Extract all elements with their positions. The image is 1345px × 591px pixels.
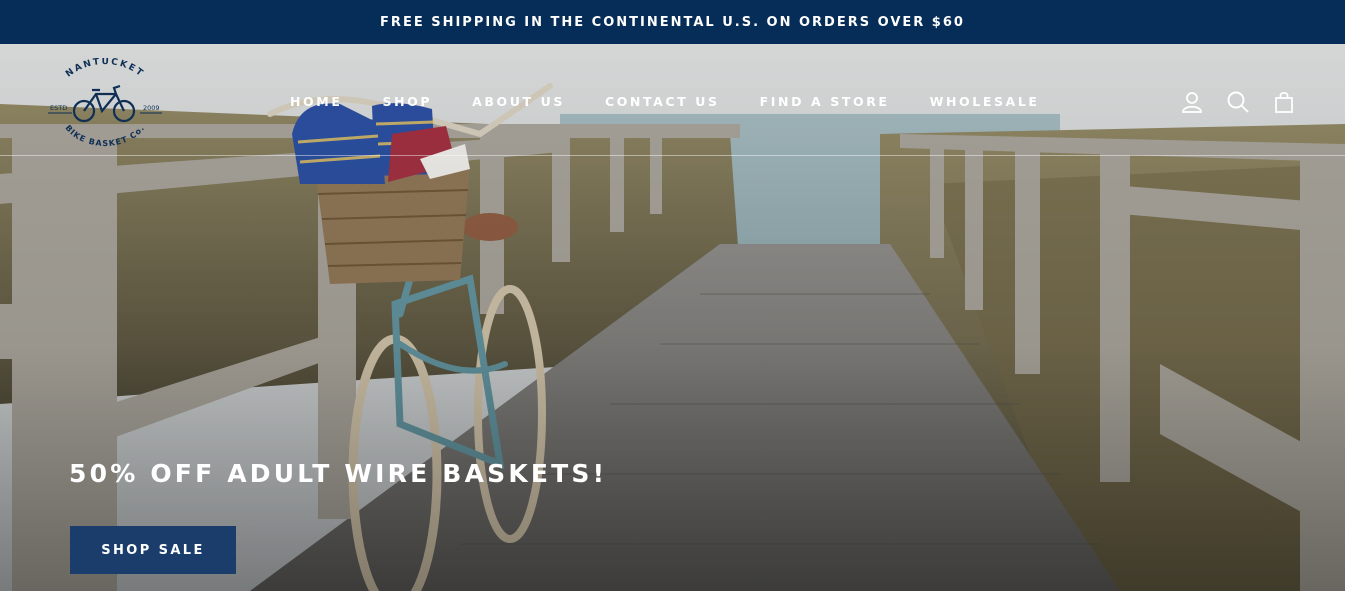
nav-wholesale[interactable]: WHOLESALE	[930, 94, 1040, 109]
logo-right-text: 2009	[143, 104, 160, 112]
nav-contact-us[interactable]: CONTACT US	[605, 94, 720, 109]
cart-icon[interactable]	[1272, 90, 1296, 114]
nav-about-us[interactable]: ABOUT US	[472, 94, 565, 109]
logo-left-text: ESTD	[50, 104, 67, 112]
nav-find-a-store[interactable]: FIND A STORE	[760, 94, 890, 109]
bicycle-icon	[72, 84, 136, 123]
header-icons	[1180, 90, 1296, 114]
logo-bottom-text: BIKE BASKET Co.	[63, 123, 145, 148]
logo-top-text: NANTUCKET	[64, 58, 144, 80]
nav-shop[interactable]: SHOP	[382, 94, 432, 109]
search-icon[interactable]	[1226, 90, 1250, 114]
account-icon[interactable]	[1180, 90, 1204, 114]
shop-sale-button[interactable]: SHOP SALE	[70, 526, 236, 574]
announcement-text: FREE SHIPPING IN THE CONTINENTAL U.S. ON…	[380, 14, 965, 30]
site-header: NANTUCKET BIKE BASKET Co. ESTD 2009 HOME…	[0, 44, 1345, 156]
brand-logo[interactable]: NANTUCKET BIKE BASKET Co. ESTD 2009	[44, 58, 166, 150]
svg-text:BIKE BASKET Co.: BIKE BASKET Co.	[63, 123, 146, 148]
hero-banner: NANTUCKET BIKE BASKET Co. ESTD 2009 HOME…	[0, 44, 1345, 591]
svg-text:NANTUCKET: NANTUCKET	[64, 58, 146, 80]
hero-headline: 50% OFF ADULT WIRE BASKETS!	[69, 459, 608, 488]
main-nav: HOME SHOP ABOUT US CONTACT US FIND A STO…	[290, 94, 1040, 109]
nav-home[interactable]: HOME	[290, 94, 342, 109]
announcement-bar: FREE SHIPPING IN THE CONTINENTAL U.S. ON…	[0, 0, 1345, 44]
